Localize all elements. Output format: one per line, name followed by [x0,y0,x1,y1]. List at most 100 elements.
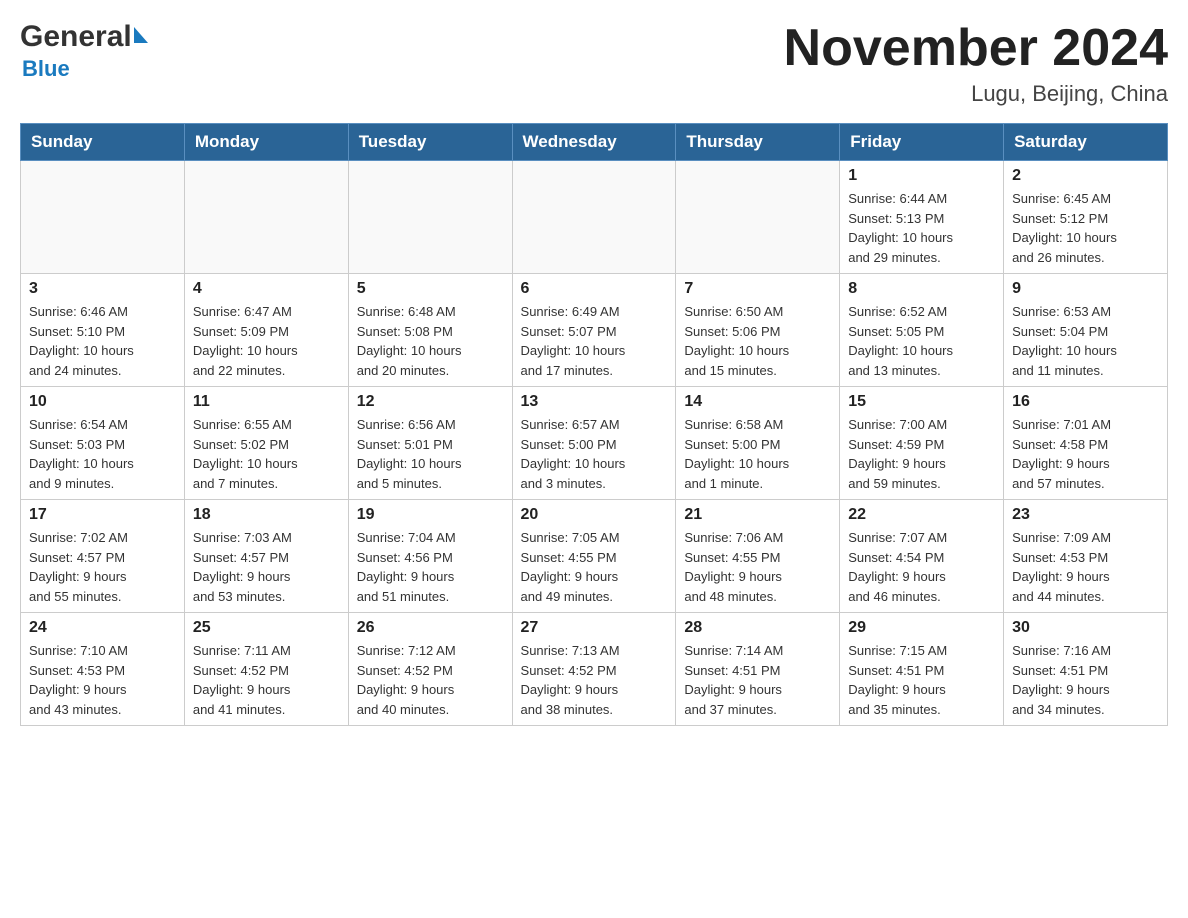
day-info: Sunrise: 7:11 AMSunset: 4:52 PMDaylight:… [193,641,340,719]
day-info: Sunrise: 7:02 AMSunset: 4:57 PMDaylight:… [29,528,176,606]
day-number: 9 [1012,280,1159,298]
day-number: 2 [1012,167,1159,185]
calendar-day-cell: 26Sunrise: 7:12 AMSunset: 4:52 PMDayligh… [348,613,512,726]
calendar-day-cell: 6Sunrise: 6:49 AMSunset: 5:07 PMDaylight… [512,274,676,387]
weekday-header-tuesday: Tuesday [348,124,512,161]
calendar-day-cell: 18 Sunrise: 7:03 AMSunset: 4:57 PMDayligh… [184,500,348,613]
calendar-week-row: 10 Sunrise: 6:54 AMSunset: 5:03 PMDayligh… [21,387,1168,500]
calendar-day-cell: 24 Sunrise: 7:10 AMSunset: 4:53 PMDayligh… [21,613,185,726]
day-info: Sunrise: 6:57 AMSunset: 5:00 PMDaylight:… [521,415,668,493]
logo-area: General Blue [20,20,148,82]
calendar-day-cell: 10 Sunrise: 6:54 AMSunset: 5:03 PMDayligh… [21,387,185,500]
weekday-header-sunday: Sunday [21,124,185,161]
day-info: Sunrise: 7:05 AMSunset: 4:55 PMDaylight:… [521,528,668,606]
day-number: 12 [357,393,504,411]
calendar-day-cell [184,161,348,274]
day-number: 10 [29,393,176,411]
day-info: Sunrise: 7:10 AMSunset: 4:53 PMDaylight:… [29,641,176,719]
day-info: Sunrise: 7:01 AMSunset: 4:58 PMDaylight:… [1012,415,1159,493]
day-info: Sunrise: 7:06 AMSunset: 4:55 PMDaylight:… [684,528,831,606]
calendar-day-cell: 13 Sunrise: 6:57 AMSunset: 5:00 PMDayligh… [512,387,676,500]
day-info: Sunrise: 7:16 AMSunset: 4:51 PMDaylight:… [1012,641,1159,719]
day-number: 28 [684,619,831,637]
day-number: 22 [848,506,995,524]
day-info: Sunrise: 6:44 AMSunset: 5:13 PMDaylight:… [848,189,995,267]
calendar-table: SundayMondayTuesdayWednesdayThursdayFrid… [20,123,1168,726]
day-number: 6 [521,280,668,298]
calendar-day-cell [21,161,185,274]
calendar-day-cell: 22 Sunrise: 7:07 AMSunset: 4:54 PMDayligh… [840,500,1004,613]
calendar-day-cell: 11Sunrise: 6:55 AMSunset: 5:02 PMDayligh… [184,387,348,500]
calendar-day-cell [512,161,676,274]
logo-general-text: General [20,20,132,54]
calendar-day-cell: 9Sunrise: 6:53 AMSunset: 5:04 PMDaylight… [1004,274,1168,387]
calendar-day-cell: 27Sunrise: 7:13 AMSunset: 4:52 PMDayligh… [512,613,676,726]
day-info: Sunrise: 6:54 AMSunset: 5:03 PMDaylight:… [29,415,176,493]
weekday-header-wednesday: Wednesday [512,124,676,161]
location-subtitle: Lugu, Beijing, China [784,81,1168,107]
day-info: Sunrise: 6:46 AMSunset: 5:10 PMDaylight:… [29,302,176,380]
calendar-day-cell: 21 Sunrise: 7:06 AMSunset: 4:55 PMDayligh… [676,500,840,613]
day-info: Sunrise: 7:13 AMSunset: 4:52 PMDaylight:… [521,641,668,719]
calendar-week-row: 17 Sunrise: 7:02 AMSunset: 4:57 PMDayligh… [21,500,1168,613]
day-info: Sunrise: 7:14 AMSunset: 4:51 PMDaylight:… [684,641,831,719]
title-area: November 2024 Lugu, Beijing, China [784,20,1168,107]
day-number: 7 [684,280,831,298]
calendar-day-cell: 7 Sunrise: 6:50 AMSunset: 5:06 PMDaylight… [676,274,840,387]
main-title: November 2024 [784,20,1168,77]
day-number: 8 [848,280,995,298]
day-number: 15 [848,393,995,411]
calendar-week-row: 3 Sunrise: 6:46 AMSunset: 5:10 PMDaylight… [21,274,1168,387]
day-info: Sunrise: 6:48 AMSunset: 5:08 PMDaylight:… [357,302,504,380]
day-number: 18 [193,506,340,524]
weekday-header-friday: Friday [840,124,1004,161]
calendar-day-cell: 20 Sunrise: 7:05 AMSunset: 4:55 PMDayligh… [512,500,676,613]
calendar-day-cell: 16 Sunrise: 7:01 AMSunset: 4:58 PMDayligh… [1004,387,1168,500]
calendar-day-cell: 28 Sunrise: 7:14 AMSunset: 4:51 PMDayligh… [676,613,840,726]
day-info: Sunrise: 7:03 AMSunset: 4:57 PMDaylight:… [193,528,340,606]
day-number: 13 [521,393,668,411]
day-info: Sunrise: 7:07 AMSunset: 4:54 PMDaylight:… [848,528,995,606]
day-number: 23 [1012,506,1159,524]
day-number: 29 [848,619,995,637]
calendar-day-cell: 23 Sunrise: 7:09 AMSunset: 4:53 PMDayligh… [1004,500,1168,613]
day-number: 25 [193,619,340,637]
weekday-header-saturday: Saturday [1004,124,1168,161]
day-number: 1 [848,167,995,185]
day-info: Sunrise: 7:00 AMSunset: 4:59 PMDaylight:… [848,415,995,493]
day-number: 19 [357,506,504,524]
day-info: Sunrise: 7:15 AMSunset: 4:51 PMDaylight:… [848,641,995,719]
day-number: 17 [29,506,176,524]
logo-blue-text: Blue [22,56,70,82]
day-number: 5 [357,280,504,298]
calendar-day-cell: 12 Sunrise: 6:56 AMSunset: 5:01 PMDayligh… [348,387,512,500]
day-number: 24 [29,619,176,637]
weekday-header-thursday: Thursday [676,124,840,161]
day-info: Sunrise: 6:47 AMSunset: 5:09 PMDaylight:… [193,302,340,380]
day-number: 20 [521,506,668,524]
calendar-day-cell: 8 Sunrise: 6:52 AMSunset: 5:05 PMDaylight… [840,274,1004,387]
day-info: Sunrise: 6:50 AMSunset: 5:06 PMDaylight:… [684,302,831,380]
calendar-day-cell: 4 Sunrise: 6:47 AMSunset: 5:09 PMDaylight… [184,274,348,387]
page-header: General Blue November 2024 Lugu, Beijing… [20,20,1168,107]
day-info: Sunrise: 6:45 AMSunset: 5:12 PMDaylight:… [1012,189,1159,267]
calendar-day-cell: 1 Sunrise: 6:44 AMSunset: 5:13 PMDaylight… [840,161,1004,274]
day-info: Sunrise: 6:56 AMSunset: 5:01 PMDaylight:… [357,415,504,493]
calendar-day-cell: 15 Sunrise: 7:00 AMSunset: 4:59 PMDayligh… [840,387,1004,500]
weekday-header-monday: Monday [184,124,348,161]
day-info: Sunrise: 6:52 AMSunset: 5:05 PMDaylight:… [848,302,995,380]
day-number: 26 [357,619,504,637]
calendar-day-cell: 2 Sunrise: 6:45 AMSunset: 5:12 PMDaylight… [1004,161,1168,274]
calendar-day-cell: 17 Sunrise: 7:02 AMSunset: 4:57 PMDayligh… [21,500,185,613]
calendar-day-cell [676,161,840,274]
day-info: Sunrise: 7:04 AMSunset: 4:56 PMDaylight:… [357,528,504,606]
calendar-week-row: 1 Sunrise: 6:44 AMSunset: 5:13 PMDaylight… [21,161,1168,274]
day-number: 3 [29,280,176,298]
day-number: 16 [1012,393,1159,411]
calendar-day-cell: 29 Sunrise: 7:15 AMSunset: 4:51 PMDayligh… [840,613,1004,726]
calendar-day-cell: 19 Sunrise: 7:04 AMSunset: 4:56 PMDayligh… [348,500,512,613]
logo-wrapper: General [20,20,148,54]
day-number: 4 [193,280,340,298]
day-info: Sunrise: 7:09 AMSunset: 4:53 PMDaylight:… [1012,528,1159,606]
day-number: 21 [684,506,831,524]
